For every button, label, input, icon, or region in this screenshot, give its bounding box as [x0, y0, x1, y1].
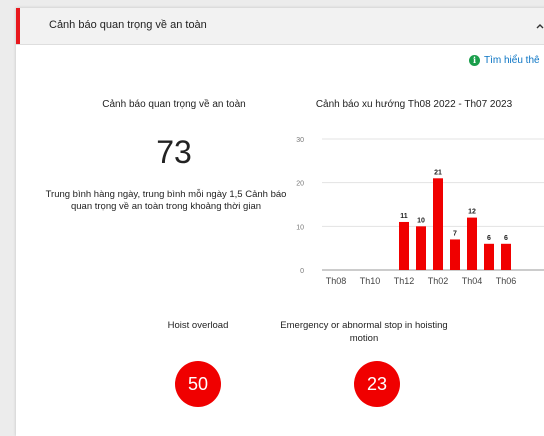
- data-label: 10: [417, 217, 425, 224]
- learn-more-link[interactable]: i Tìm hiểu thê: [469, 52, 540, 68]
- rule-label-hoist-overload: Hoist overload: [167, 320, 229, 331]
- trend-chart: 0 10 20 30 11 10 21 7 12 6 6 Th08 Th10 Th12 Th02 Th04 Th…: [296, 137, 544, 286]
- stat-title: Cảnh báo quan trọng về an toàn: [102, 99, 246, 110]
- x-tick-label: Th10: [360, 276, 381, 286]
- y-tick-label: 20: [296, 181, 304, 188]
- bar: [433, 178, 443, 270]
- data-label: 21: [434, 169, 442, 176]
- y-tick-label: 30: [296, 137, 304, 144]
- safety-alerts-panel: Cảnh báo quan trọng về an toàn i Tìm hiể…: [16, 8, 544, 436]
- x-tick-label: Th02: [428, 276, 449, 286]
- y-tick-label: 10: [296, 224, 304, 231]
- rule-count-emergency-stop[interactable]: 23: [354, 361, 400, 407]
- alert-count: 73: [156, 134, 192, 170]
- bar: [416, 226, 426, 270]
- bar: [450, 239, 460, 270]
- x-tick-label: Th04: [462, 276, 483, 286]
- data-label: 12: [468, 209, 476, 216]
- data-label: 6: [504, 235, 508, 242]
- accent-bar: [16, 8, 20, 44]
- chart-title: Cảnh báo xu hướng Th08 2022 - Th07 2023: [315, 99, 513, 110]
- data-label: 11: [400, 213, 408, 220]
- info-icon: i: [469, 54, 480, 66]
- data-label: 7: [453, 230, 457, 237]
- bar: [467, 217, 477, 270]
- data-label: 6: [487, 235, 491, 242]
- stat-description: Trung bình hàng ngày, trung bình mỗi ngà…: [45, 189, 287, 212]
- rule-count-hoist-overload[interactable]: 50: [175, 361, 221, 407]
- x-tick-label: Th06: [496, 276, 517, 286]
- x-tick-label: Th08: [326, 276, 347, 286]
- y-tick-label: 0: [300, 268, 304, 275]
- rule-label-emergency-stop: Emergency or abnormal stop in hoisting m…: [280, 320, 448, 344]
- bar: [501, 243, 511, 270]
- panel-title: Cảnh báo quan trọng về an toàn: [49, 19, 207, 31]
- panel-header[interactable]: Cảnh báo quan trọng về an toàn: [16, 8, 544, 45]
- learn-more-label: Tìm hiểu thê: [484, 54, 540, 66]
- chevron-up-icon[interactable]: [534, 20, 544, 32]
- bar: [484, 243, 494, 270]
- x-tick-label: Th12: [394, 276, 415, 286]
- bar: [399, 221, 409, 270]
